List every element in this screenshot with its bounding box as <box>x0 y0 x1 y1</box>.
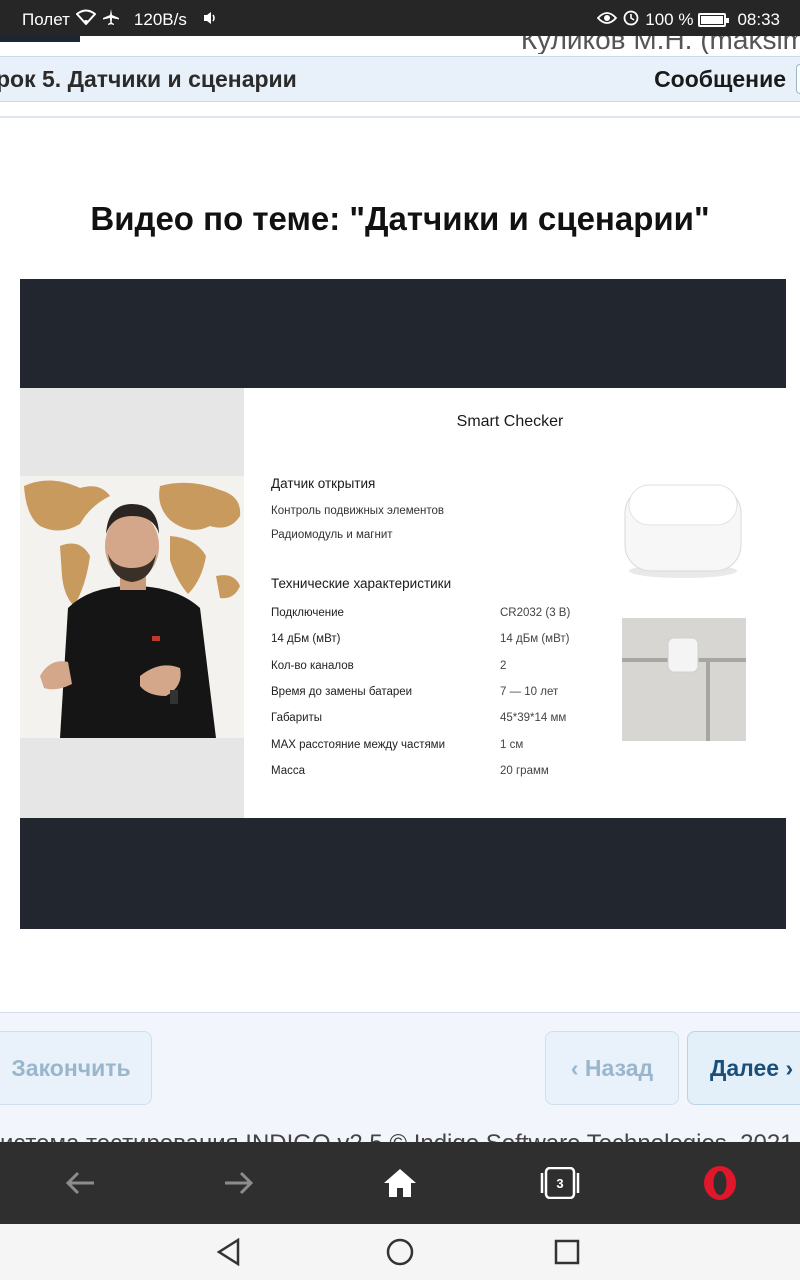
spec-value: 45*39*14 мм <box>500 712 567 724</box>
sensor-device-image <box>623 481 743 581</box>
lesson-header: рок 5. Датчики и сценарии Сообщение <box>0 56 800 102</box>
feature-item: Радиомодуль и магнит <box>271 529 393 541</box>
spec-value: 20 грамм <box>500 765 549 777</box>
spec-value: CR2032 (3 В) <box>500 607 571 619</box>
opera-menu-icon[interactable] <box>696 1160 744 1206</box>
presenter-image <box>20 476 244 738</box>
home-icon[interactable] <box>376 1160 424 1206</box>
back-button[interactable]: ‹ Назад <box>545 1031 679 1105</box>
back-arrow-icon[interactable] <box>56 1160 104 1206</box>
battery-percent: 100 % <box>645 9 694 29</box>
volume-icon <box>203 10 219 30</box>
spec-value: 7 — 10 лет <box>500 686 559 698</box>
system-back-icon[interactable] <box>216 1237 242 1271</box>
system-home-icon[interactable] <box>386 1238 414 1271</box>
carrier-label: Полет <box>22 9 70 29</box>
browser-toolbar: 3 <box>0 1142 800 1224</box>
video-frame: Smart Checker Датчик открытия Контроль п… <box>20 388 786 818</box>
spec-label: MAX расстояние между частями <box>271 739 446 751</box>
spec-label: Подключение <box>271 607 344 619</box>
user-name[interactable]: Куликов М.Н. (maksim <box>521 36 800 54</box>
network-speed: 120B/s <box>133 9 187 29</box>
divider <box>0 116 800 118</box>
spec-label: 14 дБм (мВт) <box>271 633 341 645</box>
user-strip: Куликов М.Н. (maksim <box>0 36 800 54</box>
alarm-icon <box>622 8 640 31</box>
spec-label: Габариты <box>271 712 323 724</box>
clock: 08:33 <box>737 9 780 29</box>
lesson-title: рок 5. Датчики и сценарии <box>0 66 297 92</box>
system-recents-icon[interactable] <box>554 1239 580 1270</box>
video-player[interactable]: Smart Checker Датчик открытия Контроль п… <box>20 279 786 929</box>
spec-label: Кол-во каналов <box>271 660 354 672</box>
battery-icon <box>698 12 730 27</box>
spec-label: Масса <box>271 765 306 777</box>
tabs-count: 3 <box>556 1176 563 1191</box>
spec-value: 2 <box>500 660 507 672</box>
footer: истема тестирования INDIGO v2.5 © Indigo… <box>0 1130 800 1142</box>
video-title: Видео по теме: "Датчики и сценарии" <box>90 200 710 237</box>
wifi-icon <box>75 9 97 30</box>
spec-value: 1 см <box>500 739 524 751</box>
section-heading-sensor: Датчик открытия <box>271 476 376 491</box>
slide-title: Smart Checker <box>456 413 564 430</box>
logo-bar <box>0 36 80 42</box>
feature-item: Контроль подвижных элементов <box>271 505 445 517</box>
forward-arrow-icon[interactable] <box>215 1160 263 1206</box>
airplane-icon <box>102 8 120 31</box>
footer-text: истема тестирования INDIGO v2.5 © Indigo… <box>0 1130 794 1142</box>
section-heading-specs: Технические характеристики <box>271 576 452 591</box>
header-menu-button[interactable] <box>796 64 800 94</box>
finish-button[interactable]: Закончить <box>0 1031 152 1105</box>
eye-icon <box>597 10 618 30</box>
test-navigation: Закончить ‹ Назад Далее › <box>0 1012 800 1142</box>
spec-value: 14 дБм (мВт) <box>500 633 570 645</box>
next-button[interactable]: Далее › <box>687 1031 800 1105</box>
spec-label: Время до замены батареи <box>271 686 413 698</box>
message-link[interactable]: Сообщение <box>654 66 786 93</box>
tabs-icon[interactable]: 3 <box>536 1160 584 1206</box>
status-bar: Полет 120B/s 100 % 08:33 <box>0 0 800 36</box>
system-nav-bar <box>0 1224 800 1280</box>
sensor-installed-image <box>622 618 746 741</box>
